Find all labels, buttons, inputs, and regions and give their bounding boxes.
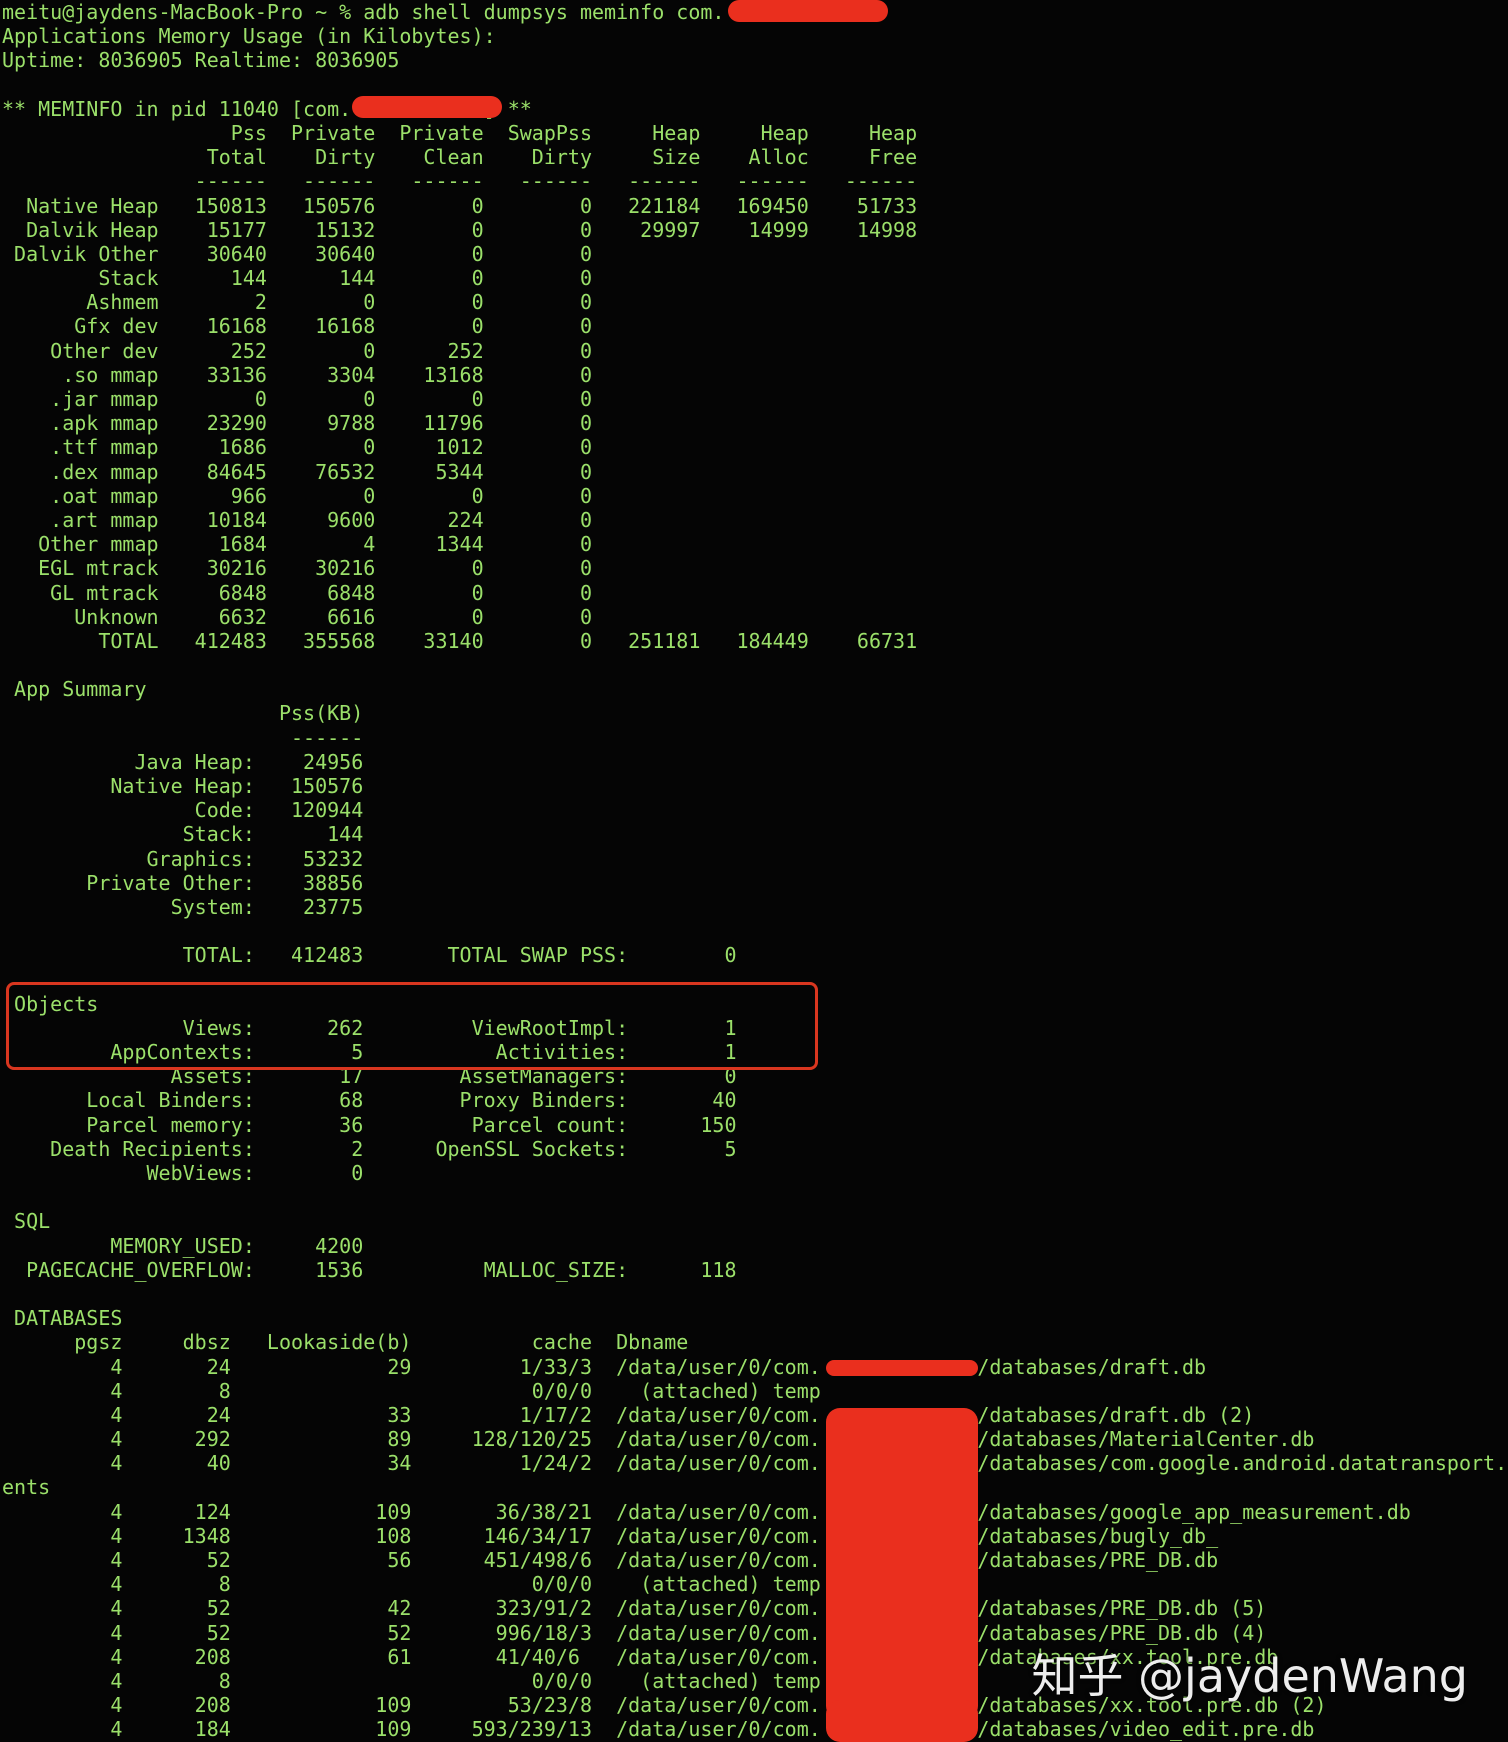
- terminal-line: Java Heap: 24956: [2, 749, 364, 774]
- terminal-line: DATABASES: [2, 1306, 123, 1331]
- terminal-line: ** MEMINFO in pid 11040 [com. ] **: [2, 96, 532, 121]
- terminal-line: WebViews: 0: [2, 1161, 364, 1185]
- terminal-line: Ashmem 2 0 0 0: [2, 290, 593, 315]
- terminal-line: Unknown 6632 6616 0 0: [2, 604, 593, 629]
- terminal-line: TOTAL: 412483 TOTAL SWAP PSS: 0: [2, 943, 737, 968]
- terminal-line: SQL: [2, 1209, 51, 1234]
- watermark: 知乎 @jaydenWang: [1031, 1649, 1468, 1703]
- objects-highlight-box: [6, 982, 818, 1070]
- terminal-line: Dalvik Other 30640 30640 0 0: [2, 241, 593, 266]
- terminal-line: .so mmap 33136 3304 13168 0: [2, 362, 593, 387]
- terminal-line: Graphics: 53232: [2, 846, 364, 871]
- terminal-line: Local Binders: 68 Proxy Binders: 40: [2, 1088, 737, 1113]
- terminal-line: Gfx dev 16168 16168 0 0: [2, 314, 593, 339]
- redaction-mark: [826, 1360, 978, 1376]
- terminal-line: 4 8 0/0/0 (attached) temp: [2, 1378, 821, 1403]
- terminal-line: PAGECACHE_OVERFLOW: 1536 MALLOC_SIZE: 11…: [2, 1257, 737, 1282]
- terminal-line: MEMORY_USED: 4200: [2, 1233, 364, 1258]
- terminal-line: 4 8 0/0/0 (attached) temp: [2, 1572, 821, 1597]
- terminal-line: 4 52 56 451/498/6 /data/user/0/com. /dat…: [2, 1548, 1219, 1572]
- terminal-line: Private Other: 38856: [2, 870, 364, 895]
- terminal-line: 4 24 29 1/33/3 /data/user/0/com. /databa…: [2, 1354, 1207, 1379]
- terminal-line: .apk mmap 23290 9788 11796 0: [2, 411, 593, 436]
- terminal-line: 4 24 33 1/17/2 /data/user/0/com. /databa…: [2, 1402, 1255, 1427]
- terminal-line: Parcel memory: 36 Parcel count: 150: [2, 1112, 737, 1137]
- terminal-line: System: 23775: [2, 894, 364, 919]
- redaction-mark: [826, 1408, 978, 1720]
- terminal-line: Total Dirty Clean Dirty Size Alloc Free: [2, 145, 918, 170]
- terminal-line: Pss Private Private SwapPss Heap Heap He…: [2, 120, 918, 145]
- terminal-line: ents: [2, 1475, 51, 1500]
- terminal-line: .art mmap 10184 9600 224 0: [2, 507, 593, 532]
- terminal-line: GL mtrack 6848 6848 0 0: [2, 580, 593, 605]
- terminal-line: EGL mtrack 30216 30216 0 0: [2, 556, 593, 581]
- terminal-line: pgsz dbsz Lookaside(b) cache Dbname: [2, 1330, 689, 1355]
- terminal-line: 4 1348 108 146/34/17 /data/user/0/com. /…: [2, 1523, 1219, 1548]
- terminal-line: Applications Memory Usage (in Kilobytes)…: [2, 24, 496, 49]
- terminal-line: 4 40 34 1/24/2 /data/user/0/com. /databa…: [2, 1451, 1508, 1476]
- terminal-line: Other dev 252 0 252 0: [2, 338, 593, 363]
- terminal-line: Other mmap 1684 4 1344 0: [2, 532, 593, 557]
- terminal-line: Pss(KB): [2, 701, 364, 726]
- terminal-line: 4 184 109 593/239/13 /data/user/0/com. /…: [2, 1717, 1315, 1742]
- terminal-line: .jar mmap 0 0 0 0: [2, 387, 593, 411]
- terminal-line: App Summary: [2, 677, 147, 702]
- terminal-line: Stack: 144: [2, 822, 364, 847]
- terminal-line: 4 292 89 128/120/25 /data/user/0/com. /d…: [2, 1427, 1315, 1452]
- terminal-line: Code: 120944: [2, 798, 364, 823]
- terminal-output: meitu@jaydens-MacBook-Pro ~ % adb shell …: [0, 0, 1508, 1742]
- redaction-mark: [352, 96, 502, 118]
- terminal-line: .ttf mmap 1686 0 1012 0: [2, 435, 593, 460]
- terminal-line: 4 52 42 323/91/2 /data/user/0/com. /data…: [2, 1596, 1267, 1621]
- terminal-line: 4 124 109 36/38/21 /data/user/0/com. /da…: [2, 1499, 1411, 1524]
- terminal-line: Dalvik Heap 15177 15132 0 0 29997 14999 …: [2, 217, 918, 242]
- terminal-line: Native Heap: 150576: [2, 774, 364, 798]
- redaction-mark: [728, 0, 888, 22]
- redaction-mark: [826, 1700, 978, 1742]
- terminal-line: Native Heap 150813 150576 0 0 221184 169…: [2, 193, 918, 218]
- terminal-line: .oat mmap 966 0 0 0: [2, 483, 593, 508]
- terminal-line: .dex mmap 84645 76532 5344 0: [2, 459, 593, 484]
- terminal-line: Death Recipients: 2 OpenSSL Sockets: 5: [2, 1136, 737, 1161]
- terminal-line: ------ ------ ------ ------ ------ -----…: [2, 169, 918, 194]
- terminal-line: Uptime: 8036905 Realtime: 8036905: [2, 48, 400, 73]
- terminal-line: Stack 144 144 0 0: [2, 266, 593, 291]
- terminal-line: ------: [2, 725, 364, 750]
- terminal-line: TOTAL 412483 355568 33140 0 251181 18444…: [2, 628, 918, 653]
